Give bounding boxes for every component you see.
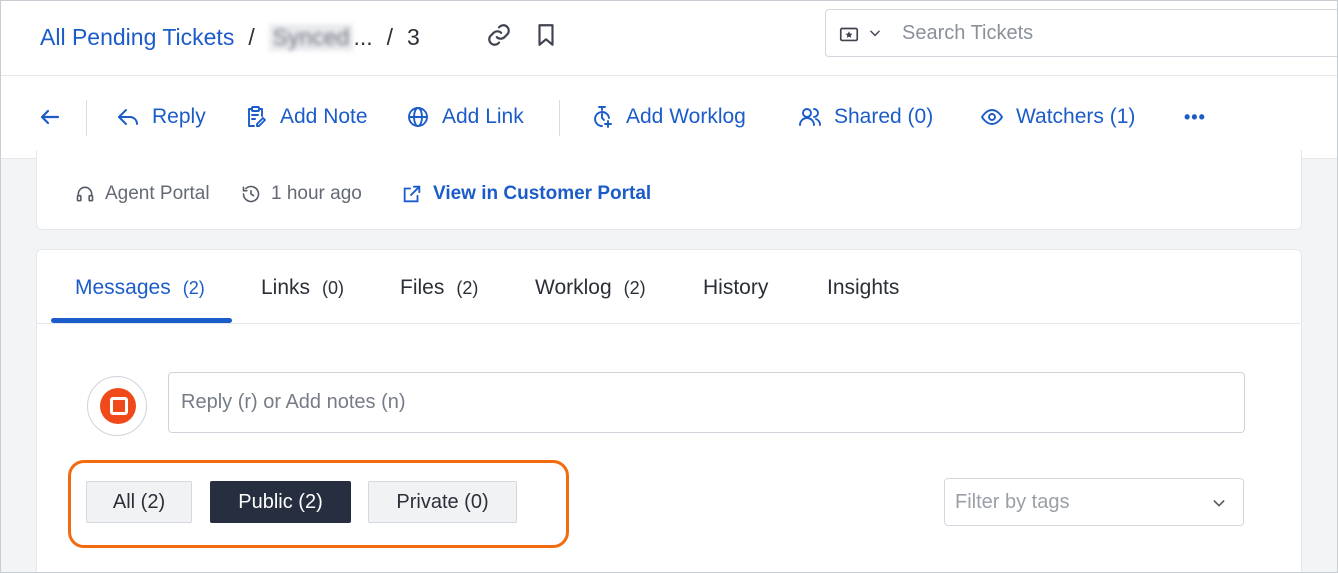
reply-icon xyxy=(118,109,138,125)
timer-plus-icon xyxy=(594,106,612,128)
add-link-label: Add Link xyxy=(442,105,524,128)
active-tab-indicator xyxy=(51,318,232,323)
globe-icon xyxy=(408,107,428,127)
tab-files-count: (2) xyxy=(456,277,479,298)
chevron-down-icon[interactable] xyxy=(868,26,882,40)
reply-button[interactable]: Reply xyxy=(116,102,206,132)
view-in-customer-portal-link[interactable]: View in Customer Portal xyxy=(401,182,651,206)
tab-insights[interactable]: Insights xyxy=(827,274,899,302)
ticket-toolbar: Reply Add Note Add Link Add Worklog Shar… xyxy=(0,76,1338,159)
customer-portal-label: View in Customer Portal xyxy=(433,183,652,204)
add-note-button[interactable]: Add Note xyxy=(244,102,368,132)
filter-public-button[interactable]: Public (2) xyxy=(210,481,351,523)
headset-icon xyxy=(76,186,94,202)
breadcrumb-ellipsis: ... xyxy=(353,23,373,50)
shared-button[interactable]: Shared (0) xyxy=(798,102,933,132)
add-link-button[interactable]: Add Link xyxy=(406,102,524,132)
tab-files-label: Files xyxy=(400,276,445,299)
avatar xyxy=(87,376,147,436)
toolbar-divider xyxy=(86,100,87,136)
reply-label: Reply xyxy=(152,105,206,128)
breadcrumb: All Pending Tickets / Synced ... / 3 xyxy=(40,20,420,54)
messages-card: Messages (2) Links (0) Files (2) Worklog… xyxy=(36,249,1302,573)
tab-history[interactable]: History xyxy=(703,274,768,302)
source-info: Agent Portal xyxy=(75,182,210,206)
brand-logo-icon xyxy=(100,388,136,424)
tab-links-count: (0) xyxy=(322,277,345,298)
breadcrumb-separator: / xyxy=(248,23,255,50)
tab-links[interactable]: Links (0) xyxy=(261,274,344,302)
time-ago-label: 1 hour ago xyxy=(271,183,362,204)
tab-history-label: History xyxy=(703,276,769,299)
tab-worklog-label: Worklog xyxy=(535,276,612,299)
search-tickets-box xyxy=(825,9,1338,57)
filter-by-tags-select[interactable]: Filter by tags xyxy=(944,478,1244,526)
tab-worklog-count: (2) xyxy=(623,277,646,298)
source-label: Agent Portal xyxy=(105,183,210,204)
tab-insights-label: Insights xyxy=(827,276,900,299)
time-info: 1 hour ago xyxy=(241,182,362,206)
bookmark-icon[interactable] xyxy=(533,22,559,48)
reply-composer xyxy=(168,372,1245,433)
filter-all-button[interactable]: All (2) xyxy=(86,481,192,523)
eye-icon xyxy=(980,109,1004,125)
tab-worklog[interactable]: Worklog (2) xyxy=(535,274,646,302)
app-header: All Pending Tickets / Synced ... / 3 xyxy=(0,0,1338,76)
breadcrumb-ticket-number: 3 xyxy=(407,23,420,50)
breadcrumb-all-pending-tickets[interactable]: All Pending Tickets xyxy=(40,24,234,51)
users-icon xyxy=(799,108,821,126)
add-note-label: Add Note xyxy=(280,105,368,128)
more-options-button[interactable]: ••• xyxy=(1184,102,1206,132)
breadcrumb-separator: / xyxy=(386,23,393,50)
ticket-type-icon[interactable] xyxy=(838,23,860,45)
reply-input[interactable] xyxy=(181,387,1221,417)
tab-messages-label: Messages xyxy=(75,276,171,299)
shared-label: Shared (0) xyxy=(834,105,934,128)
arrow-left-icon xyxy=(40,109,60,125)
filter-by-tags-placeholder: Filter by tags xyxy=(955,491,1070,513)
watchers-label: Watchers (1) xyxy=(1016,105,1136,128)
tab-links-label: Links xyxy=(261,276,311,299)
watchers-button[interactable]: Watchers (1) xyxy=(980,102,1135,132)
external-link-icon xyxy=(403,185,421,203)
tab-messages-count: (2) xyxy=(182,277,205,298)
link-icon[interactable] xyxy=(486,22,512,48)
history-clock-icon xyxy=(242,185,260,203)
ticket-tabs: Messages (2) Links (0) Files (2) Worklog… xyxy=(37,250,1301,324)
back-button[interactable] xyxy=(38,102,74,132)
tab-messages[interactable]: Messages (2) xyxy=(75,274,205,302)
tab-files[interactable]: Files (2) xyxy=(400,274,478,302)
toolbar-divider xyxy=(559,100,560,136)
search-input[interactable] xyxy=(902,18,1322,48)
add-worklog-button[interactable]: Add Worklog xyxy=(590,102,746,132)
breadcrumb-ticket-name: Synced xyxy=(268,23,354,51)
filter-private-button[interactable]: Private (0) xyxy=(368,481,517,523)
chevron-down-icon xyxy=(1213,500,1225,507)
ticket-info-card: Agent Portal 1 hour ago View in Customer… xyxy=(36,150,1302,230)
add-worklog-label: Add Worklog xyxy=(626,105,746,128)
note-edit-icon xyxy=(248,106,266,127)
